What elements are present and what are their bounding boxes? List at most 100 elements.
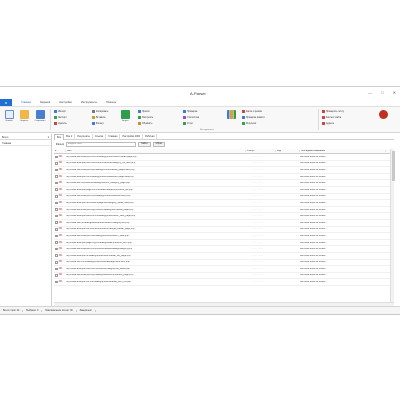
table-row[interactable]: 301 http://www.site-example.org/catalog/d… — [54, 273, 390, 280]
tab-results[interactable]: Результаты — [75, 133, 93, 140]
maximize-icon[interactable]: □ — [381, 90, 383, 95]
table-row[interactable]: 301 http://www.example.com/content/produc… — [54, 227, 390, 234]
ribbon-item[interactable]: Проверка — [183, 110, 197, 113]
tab-all-2[interactable]: Все 2 — [64, 133, 76, 140]
row-url[interactable]: http://www.example-site.net/ru/products/… — [66, 268, 246, 270]
tab-workspace[interactable]: Рабочая — [143, 133, 158, 140]
row-checkbox[interactable] — [55, 155, 58, 159]
table-row[interactable]: 301 http://www.site-example.com/products/… — [54, 246, 390, 253]
tab-all[interactable]: Все — [54, 133, 65, 140]
row-checkbox[interactable] — [55, 267, 58, 271]
ribbon-item[interactable]: Копировать — [92, 110, 108, 113]
row-url[interactable]: http://www.example.net/content/page/file… — [66, 202, 246, 204]
row-checkbox[interactable] — [55, 274, 58, 277]
row-url[interactable]: http://www.site-example.com/ru/catalog/p… — [66, 156, 246, 158]
row-url[interactable]: http://www.site.ru/catalog/detail/produc… — [66, 222, 246, 224]
row-checkbox[interactable] — [55, 234, 58, 238]
row-checkbox[interactable] — [55, 201, 58, 205]
column-header[interactable]: Код — [276, 150, 300, 152]
table-row[interactable]: 301 http://www.example.ru/catalog/product… — [54, 253, 390, 260]
table-row[interactable]: 301 http://www.site.com/catalog/products/… — [54, 260, 390, 267]
new-button[interactable]: Новый — [2, 110, 16, 123]
column-header[interactable]: URL — [66, 150, 246, 152]
bug-button[interactable] — [376, 110, 390, 119]
ribbon-item[interactable]: Капча и режим — [242, 110, 262, 113]
tab-links[interactable]: Ссылки — [93, 133, 107, 140]
table-row[interactable]: 301 http://www.example-page.org/ru/catalo… — [54, 240, 390, 247]
menu-item-tools[interactable]: Инструменты — [81, 101, 97, 104]
column-header[interactable]: # — [54, 150, 66, 152]
table-row[interactable]: 301 http://www.site-example.com/catalog/p… — [54, 194, 390, 201]
ribbon-item[interactable]: Отчет — [183, 122, 193, 125]
row-url[interactable]: http://www.example-page.org/ru/catalog/d… — [66, 242, 246, 244]
row-checkbox[interactable] — [55, 241, 58, 244]
close-icon[interactable]: ✕ — [393, 90, 396, 95]
ribbon-item[interactable]: Контент сайта — [322, 116, 341, 119]
minimize-icon[interactable]: — — [368, 90, 372, 95]
run-button[interactable]: Запуск — [118, 110, 132, 123]
row-checkbox[interactable] — [55, 261, 58, 264]
row-checkbox[interactable] — [55, 254, 58, 257]
row-checkbox[interactable] — [55, 162, 58, 165]
row-url[interactable]: http://www.example.com/content/products/… — [66, 228, 246, 230]
ribbon-item[interactable]: Проверить почту — [322, 110, 344, 113]
ribbon-item[interactable]: Обновить — [138, 122, 152, 125]
row-url[interactable]: http://www.example.ru/catalog/product/it… — [66, 255, 246, 257]
row-url[interactable]: http://www.site-example.com/catalog/prod… — [66, 195, 246, 197]
row-checkbox[interactable] — [55, 214, 58, 218]
row-url[interactable]: http://www.site-example.org/products/cat… — [66, 209, 246, 211]
column-header[interactable]: Последнее изменение — [300, 150, 386, 152]
row-checkbox[interactable] — [55, 228, 58, 231]
table-row[interactable]: 301 http://www.example-site.net/content/i… — [54, 161, 390, 168]
ribbon-item[interactable]: Прокси — [138, 110, 150, 113]
row-url[interactable]: http://www.site.ru/products/catalog/list… — [66, 182, 246, 184]
table-row[interactable]: 301 http://www.site-example.net/catalog/p… — [54, 233, 390, 240]
ribbon-item[interactable]: Вставить — [92, 116, 106, 119]
table-row[interactable]: 301 http://www.example-site.net/ru/produc… — [54, 266, 390, 273]
row-checkbox[interactable] — [55, 188, 58, 192]
menu-item-help[interactable]: Помощь — [106, 101, 116, 104]
row-url[interactable]: http://www.example-site.com/ru/catalog/p… — [66, 215, 246, 217]
row-checkbox[interactable] — [55, 247, 58, 251]
row-checkbox[interactable] — [55, 195, 58, 198]
row-checkbox[interactable] — [55, 175, 58, 178]
row-url[interactable]: http://www.example-page.com/ru/detail/ca… — [66, 189, 246, 191]
table-row[interactable]: 301 http://www.example.net/content/page/f… — [54, 200, 390, 207]
menu-item-tasks[interactable]: Задания — [40, 101, 50, 104]
save-button[interactable]: Сохранить — [33, 110, 47, 123]
row-checkbox[interactable] — [55, 168, 58, 172]
row-url[interactable]: http://www.site-example.net/catalog/prod… — [66, 235, 246, 237]
ribbon-item[interactable]: Адреса — [322, 122, 334, 125]
ribbon-item[interactable]: Статистика — [183, 116, 199, 119]
table-row[interactable]: 301 http://www.example.com/catalog/produc… — [54, 174, 390, 181]
row-checkbox[interactable] — [55, 280, 58, 284]
row-url[interactable]: http://www.example.com/ru/catalog/produc… — [66, 281, 246, 283]
ribbon-item[interactable]: Результат — [242, 122, 256, 125]
row-url[interactable]: http://www.site-example.com/products/det… — [66, 248, 246, 250]
row-checkbox[interactable] — [55, 181, 58, 185]
table-row[interactable]: 301 http://www.example.com/ru/catalog/pro… — [54, 279, 390, 286]
scrollbar-thumb[interactable] — [391, 151, 395, 181]
table-row[interactable]: 301 http://www.site-example.org/catalog/p… — [54, 167, 390, 174]
filter-input[interactable] — [66, 141, 137, 147]
table-row[interactable]: 301 http://www.site.ru/products/catalog/l… — [54, 180, 390, 187]
ribbon-item[interactable]: Экспорт — [54, 116, 67, 119]
navigation-item[interactable]: Главная — [0, 140, 51, 146]
menu-item-home[interactable]: Главная — [21, 101, 31, 104]
find-button[interactable]: Найти — [138, 141, 151, 147]
open-button[interactable]: Открыть — [17, 110, 31, 123]
row-checkbox[interactable] — [55, 208, 58, 211]
row-url[interactable]: http://www.example.com/catalog/product/d… — [66, 176, 246, 178]
table-row[interactable]: 301 http://www.site-example.org/products/… — [54, 207, 390, 214]
ribbon-item[interactable]: Удалить — [54, 122, 67, 125]
menu-item-settings[interactable]: Настройки — [59, 101, 72, 104]
ribbon-item[interactable]: Проверка памяти — [242, 116, 265, 119]
column-header[interactable]: Статус — [246, 150, 276, 152]
row-url[interactable]: http://www.example-site.net/content/inde… — [66, 162, 246, 164]
row-checkbox[interactable] — [55, 221, 58, 225]
table-row[interactable]: 301 http://www.site-example.com/ru/catalo… — [54, 154, 390, 161]
ribbon-item[interactable]: Настроить — [138, 116, 153, 119]
chart-button[interactable] — [224, 110, 238, 119]
tab-home[interactable]: Главная — [106, 133, 121, 140]
ribbon-item[interactable]: Фильтр — [92, 122, 104, 125]
